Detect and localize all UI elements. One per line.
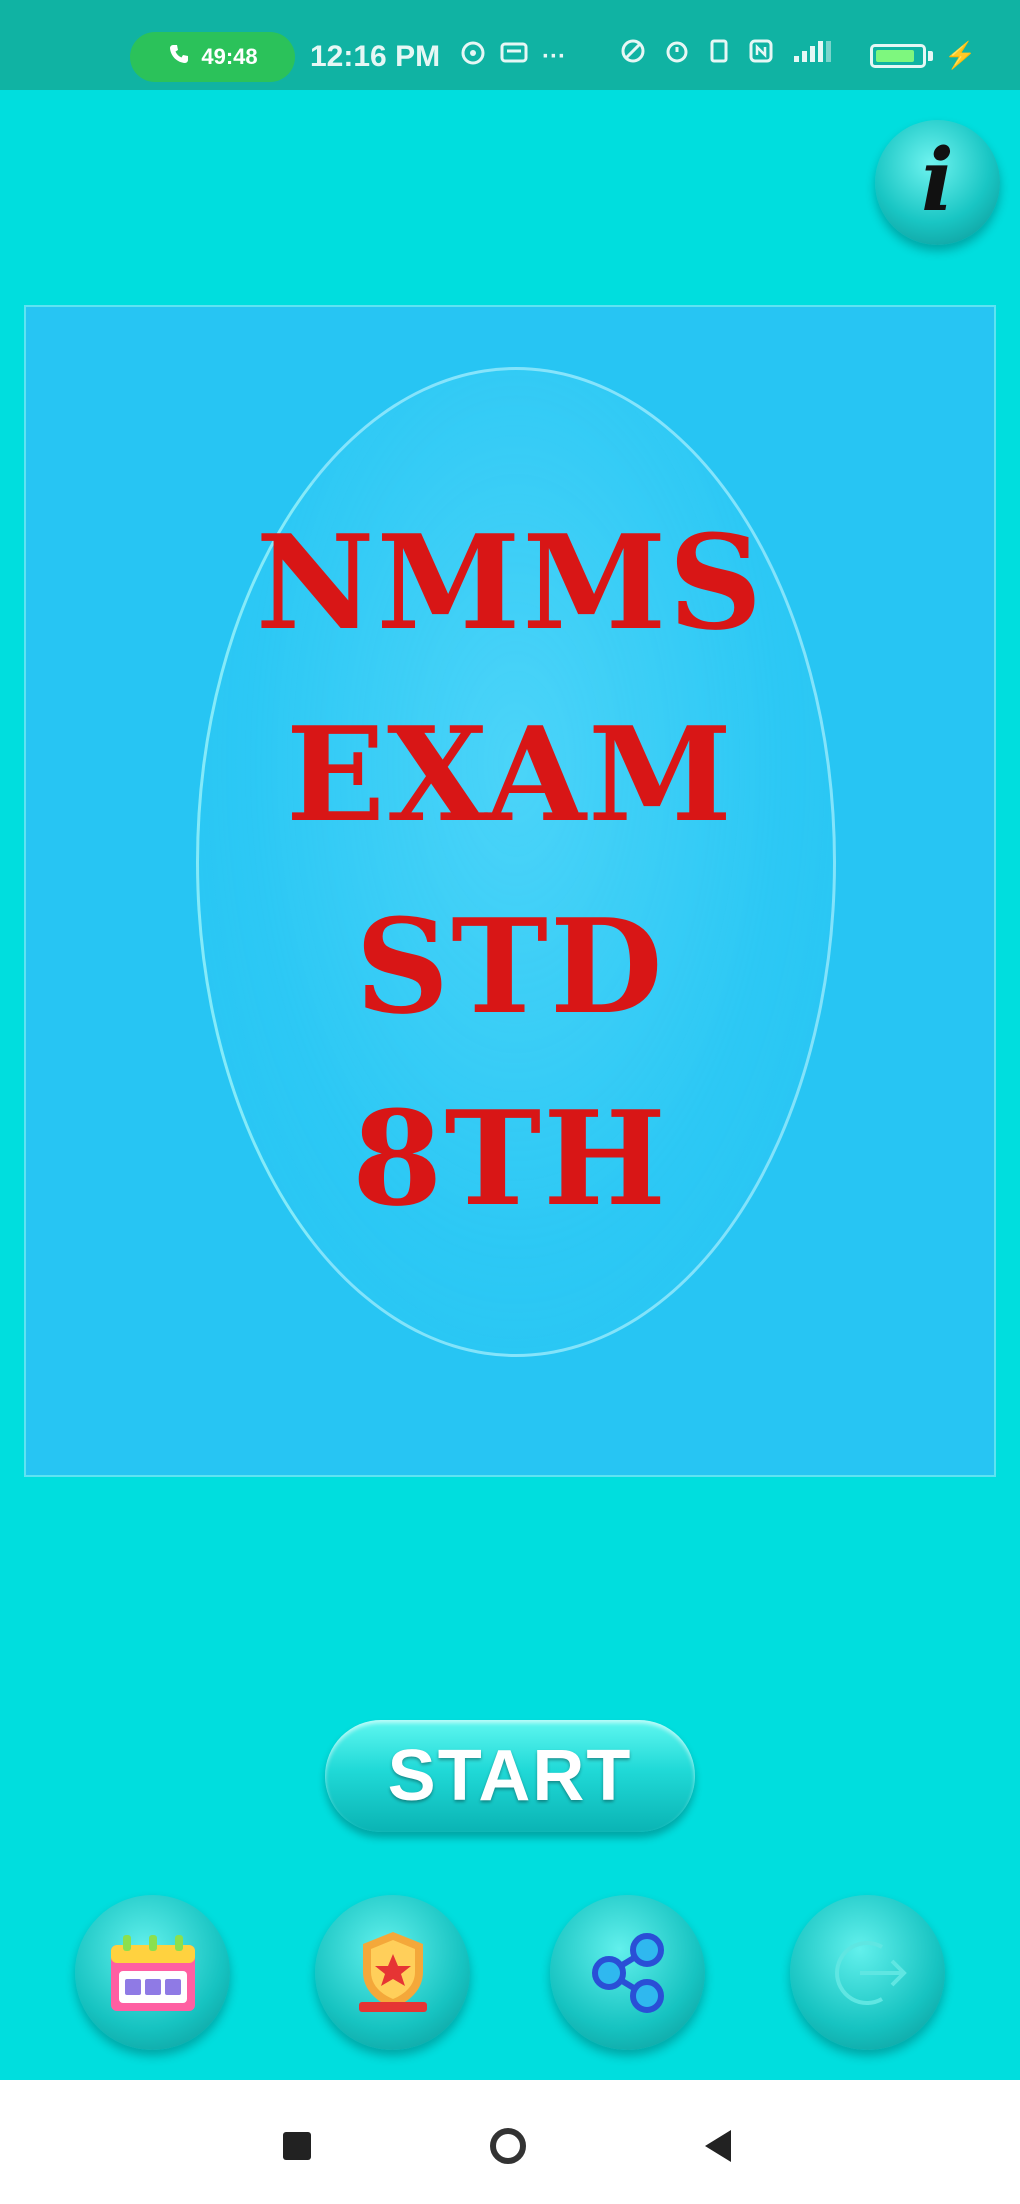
info-button[interactable]: i — [875, 120, 1000, 245]
calendar-icon — [107, 1931, 199, 2015]
battery-tip — [928, 51, 933, 61]
vibrate-icon — [708, 38, 730, 71]
back-triangle-icon[interactable] — [705, 2130, 731, 2162]
title-line-3: STD — [355, 890, 665, 1043]
app-screen: 49:48 12:16 PM ··· ⚡ i NMMS EXAM STD 8TH… — [0, 0, 1020, 2204]
message-icon — [500, 41, 528, 72]
start-button[interactable]: START — [325, 1720, 695, 1832]
battery-icon — [870, 44, 926, 68]
alarm-icon — [664, 38, 690, 71]
system-nav-bar — [0, 2080, 1020, 2204]
share-icon — [585, 1930, 671, 2016]
title-line-2: EXAM — [285, 698, 735, 851]
more-notifications-indicator: ··· — [542, 42, 566, 70]
system-status-icons — [620, 38, 836, 71]
ongoing-call-pill[interactable]: 49:48 — [130, 32, 295, 82]
nfc-icon — [748, 38, 774, 71]
charging-icon: ⚡ — [944, 40, 977, 70]
sync-icon — [460, 40, 486, 73]
award-badge-icon — [353, 1928, 433, 2018]
title-panel: NMMS EXAM STD 8TH — [24, 305, 996, 1477]
status-bar: 49:48 12:16 PM ··· ⚡ — [0, 0, 1020, 90]
status-time: 12:16 PM — [310, 40, 441, 73]
share-button[interactable] — [550, 1895, 705, 2050]
title-line-4: 8TH — [351, 1082, 669, 1235]
exit-button[interactable] — [790, 1895, 945, 2050]
calendar-button[interactable] — [75, 1895, 230, 2050]
home-circle-icon[interactable] — [490, 2128, 526, 2164]
signal-icon — [792, 38, 836, 71]
hotspot-icon — [620, 38, 646, 71]
notification-icons: ··· — [460, 40, 566, 73]
award-button[interactable] — [315, 1895, 470, 2050]
recents-square-icon[interactable] — [283, 2132, 311, 2160]
exit-icon — [820, 1925, 916, 2021]
app-title: NMMS EXAM STD 8TH — [26, 487, 994, 1255]
info-icon: i — [921, 129, 954, 231]
call-duration: 49:48 — [201, 44, 258, 69]
phone-icon — [167, 42, 191, 72]
title-line-1: NMMS — [255, 506, 765, 659]
